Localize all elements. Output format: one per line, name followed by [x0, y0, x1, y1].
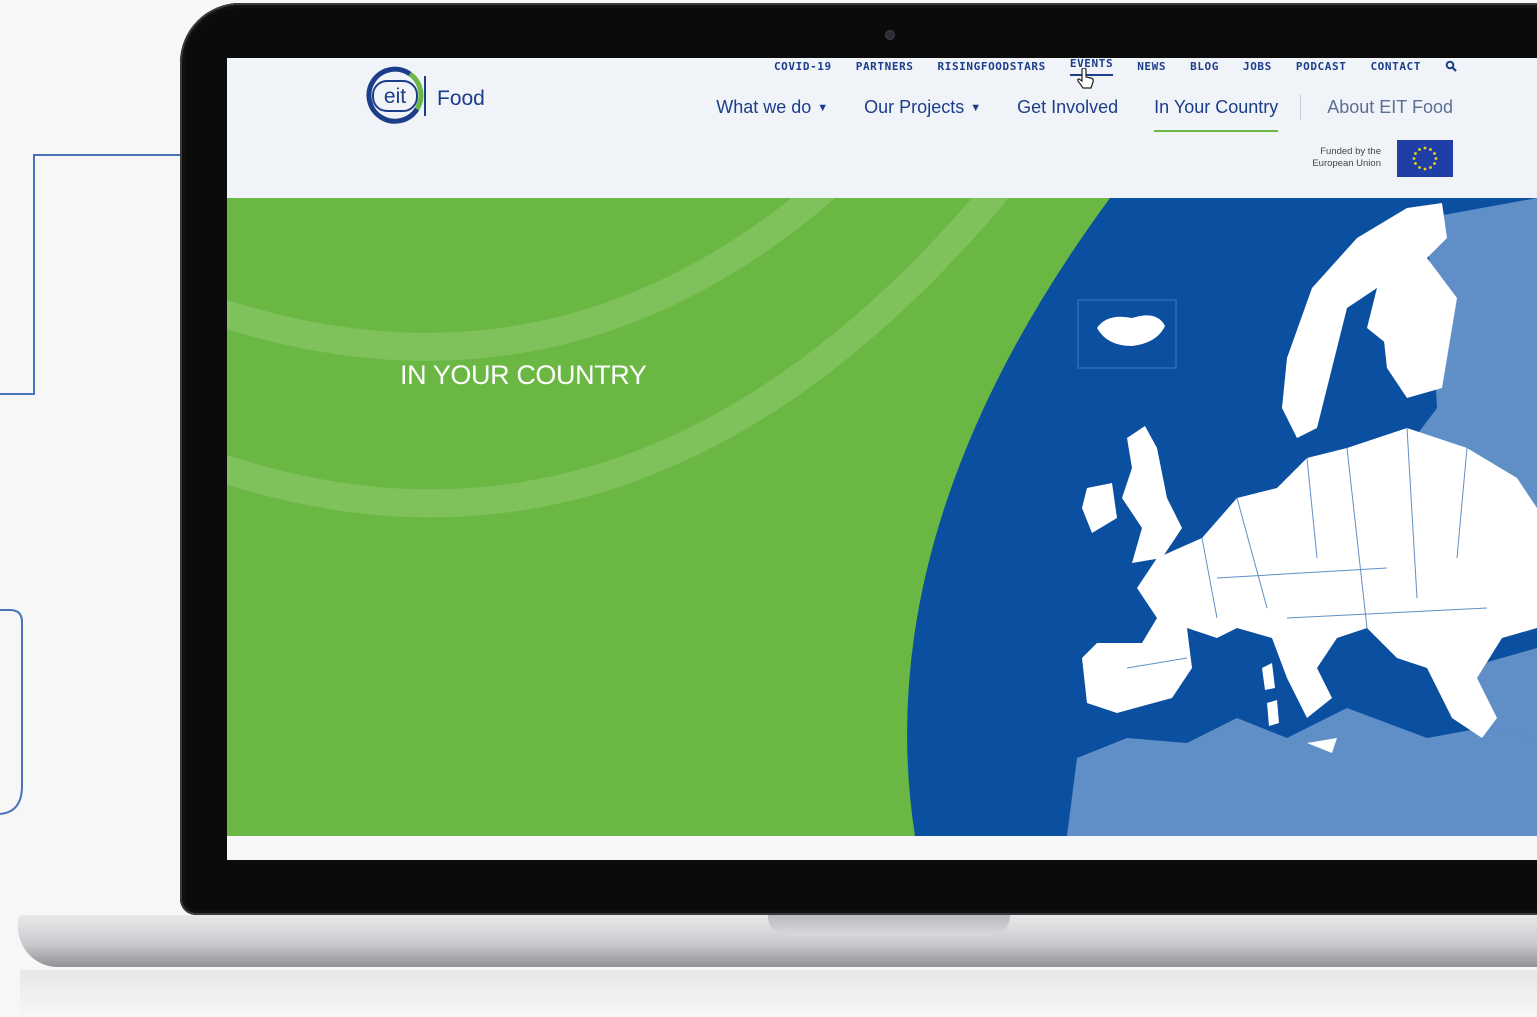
eu-flag-icon — [1397, 140, 1453, 177]
funding-line-2: European Union — [1312, 158, 1381, 169]
util-link-podcast[interactable]: PODCAST — [1296, 60, 1347, 73]
logo-mark: eit — [384, 85, 406, 108]
content-strip — [227, 836, 1537, 860]
util-link-jobs[interactable]: JOBS — [1243, 60, 1272, 73]
eit-food-logo[interactable]: eit Food — [357, 62, 507, 132]
laptop-notch — [768, 915, 1010, 935]
util-link-covid[interactable]: COVID-19 — [774, 60, 832, 73]
nav-what-we-do-label: What we do — [716, 96, 812, 117]
nav-about-eit-food[interactable]: About EIT Food — [1327, 97, 1453, 118]
logo-word: Food — [437, 87, 485, 110]
util-link-partners[interactable]: PARTNERS — [856, 60, 914, 73]
caret-down-icon: ▼ — [817, 101, 829, 114]
nav-divider — [1300, 94, 1302, 120]
util-link-risingfoodstars[interactable]: RISINGFOODSTARS — [938, 60, 1046, 73]
funding-line-1: Funded by the — [1320, 146, 1381, 157]
site-header: eit Food COVID-19 PARTNERS RISINGFOODSTA… — [227, 58, 1537, 198]
hero-title: IN YOUR COUNTRY — [400, 360, 647, 390]
utility-nav: COVID-19 PARTNERS RISINGFOODSTARS EVENTS… — [750, 58, 1457, 76]
hero-banner: IN YOUR COUNTRY — [227, 198, 1537, 836]
nav-our-projects-label: Our Projects — [864, 96, 965, 117]
hand-cursor-icon — [1077, 68, 1094, 89]
laptop-reflection — [20, 970, 1537, 1017]
funding-note: Funded by the European Union — [1312, 146, 1381, 170]
util-link-news[interactable]: NEWS — [1137, 60, 1166, 73]
util-link-contact[interactable]: CONTACT — [1370, 60, 1421, 73]
laptop-screen: eit Food COVID-19 PARTNERS RISINGFOODSTA… — [227, 58, 1537, 860]
nav-our-projects[interactable]: Our Projects ▼ — [864, 97, 981, 118]
nav-get-involved[interactable]: Get Involved — [1017, 97, 1118, 118]
util-link-blog[interactable]: BLOG — [1190, 60, 1219, 73]
hero-background — [227, 198, 1537, 836]
search-icon[interactable] — [1445, 60, 1457, 72]
nav-in-your-country[interactable]: In Your Country — [1154, 97, 1279, 132]
caret-down-icon: ▼ — [970, 101, 982, 114]
webcam — [885, 30, 895, 40]
nav-what-we-do[interactable]: What we do ▼ — [716, 97, 828, 118]
main-nav: What we do ▼ Our Projects ▼ Get Involved I… — [680, 94, 1453, 132]
